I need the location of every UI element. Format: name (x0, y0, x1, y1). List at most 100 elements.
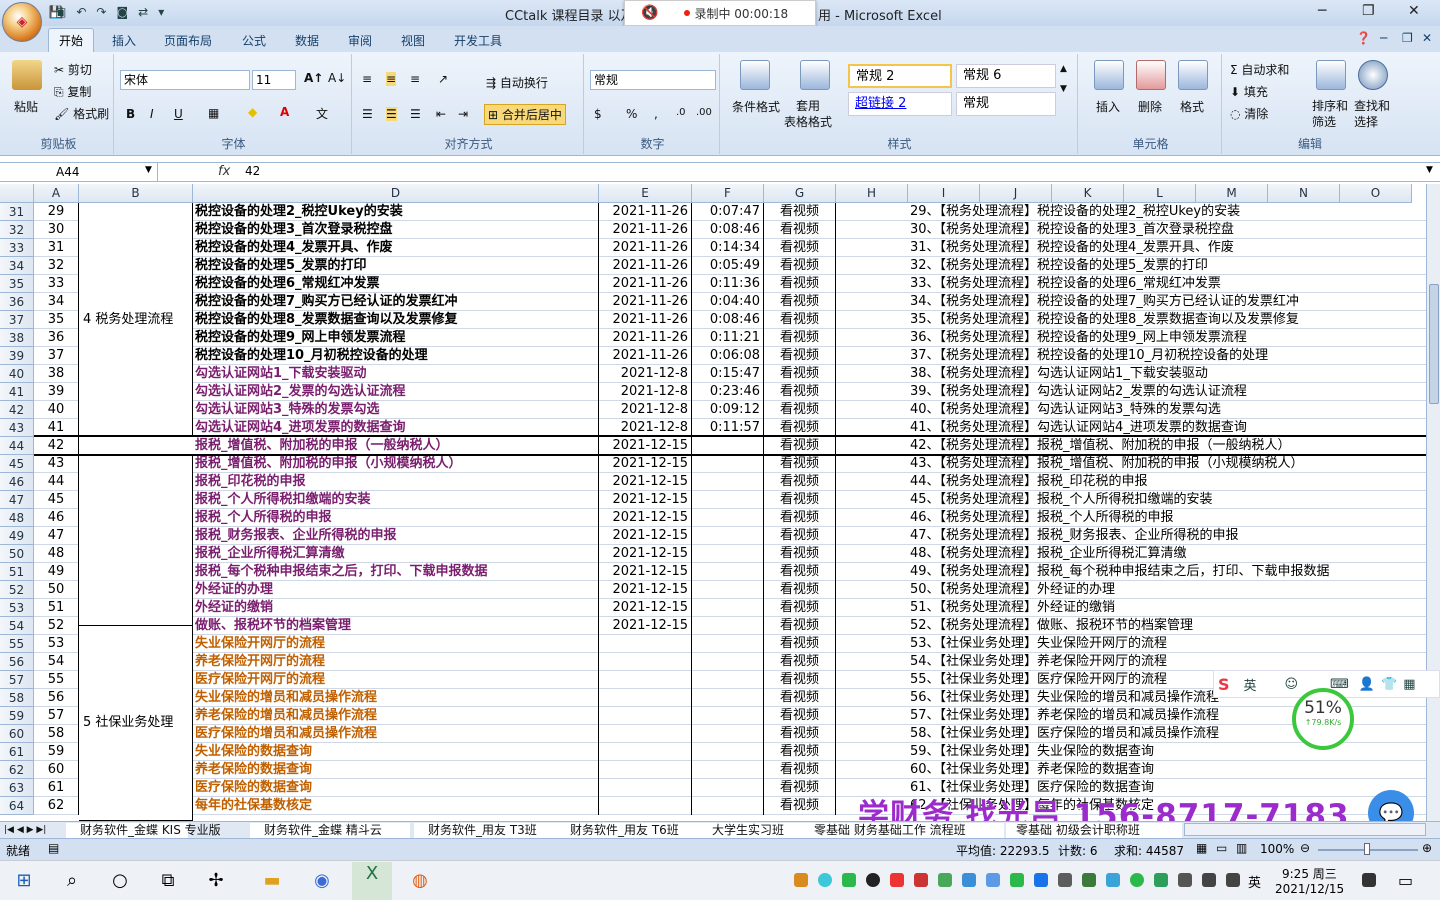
cell-full-title[interactable]: 48、【税务处理流程】报税_企业所得税汇算清缴 (908, 545, 1187, 563)
cell-full-title[interactable]: 38、【税务处理流程】勾选认证网站1_下载安装驱动 (908, 365, 1208, 383)
sheet-tab-jdy[interactable]: 财务软件_金蝶 精斗云 (250, 823, 410, 838)
row-header[interactable]: 34 (0, 257, 34, 275)
sheet-tab-cert[interactable]: 零基础 初级会计职称班 (1006, 823, 1182, 838)
cell-full-title[interactable]: 55、【社保业务处理】医疗保险开网厅的流程 (908, 671, 1167, 689)
row-header[interactable]: 42 (0, 401, 34, 419)
align-middle-icon[interactable]: ≡ (386, 72, 397, 86)
clear-button[interactable]: ◌ 清除 (1230, 105, 1268, 122)
cell-lesson-title[interactable]: 报税_财务报表、企业所得税的申报 (193, 527, 599, 545)
style-hyperlink-2[interactable]: 超链接 2 (848, 92, 952, 116)
cell-watch-link[interactable]: 看视频 (764, 527, 836, 545)
tray-app-icon[interactable] (962, 873, 976, 887)
percent-button[interactable]: % (626, 107, 637, 121)
style-normal-6[interactable]: 常规 6 (956, 64, 1056, 88)
cell-watch-link[interactable]: 看视频 (764, 797, 836, 815)
cell-lesson-title[interactable]: 每年的社保基数核定 (193, 797, 599, 815)
sogou-icon[interactable]: S (1218, 675, 1230, 694)
clock-date[interactable]: 2021/12/15 (1275, 882, 1344, 896)
cell-lesson-title[interactable]: 养老保险开网厅的流程 (193, 653, 599, 671)
formula-expand-icon[interactable]: ▼ (1426, 165, 1433, 175)
cell-lesson-title[interactable]: 税控设备的处理5_发票的打印 (193, 257, 599, 275)
tray-network-icon[interactable] (1202, 873, 1216, 887)
sheet-tab-intern[interactable]: 大学生实习班 (698, 823, 808, 838)
cell-empty[interactable] (836, 653, 908, 671)
cell-duration[interactable] (692, 671, 764, 689)
font-size-box[interactable]: 11 (252, 70, 296, 90)
cell-empty[interactable] (836, 347, 908, 365)
cell-a[interactable]: 51 (34, 599, 79, 617)
cell-empty[interactable] (836, 635, 908, 653)
cell-empty[interactable] (836, 689, 908, 707)
row-header[interactable]: 45 (0, 455, 34, 473)
redo-icon[interactable]: ↷ (96, 5, 106, 19)
emoji-icon[interactable]: ☺ (1285, 677, 1299, 692)
tray-app-icon[interactable] (986, 873, 1000, 887)
grid-icon[interactable]: ▦ (1403, 677, 1415, 692)
cell-empty[interactable] (836, 671, 908, 689)
cell-date[interactable]: 2021-12-15 (599, 491, 692, 509)
cell-a[interactable]: 34 (34, 293, 79, 311)
office-button[interactable]: ◈ (2, 2, 42, 42)
row-header[interactable]: 36 (0, 293, 34, 311)
tray-mic-icon[interactable] (1178, 873, 1192, 887)
cell-full-title[interactable]: 49、【税务处理流程】报税_每个税种申报结束之后，打印、下载申报数据 (908, 563, 1330, 581)
cell-watch-link[interactable]: 看视频 (764, 437, 836, 455)
cell-duration[interactable] (692, 689, 764, 707)
bold-button[interactable]: B (126, 107, 135, 121)
tab-scroll-icons[interactable]: |◀ ◀ ▶ ▶| (4, 823, 46, 838)
cell-watch-link[interactable]: 看视频 (764, 509, 836, 527)
cell-empty[interactable] (836, 509, 908, 527)
row-header[interactable]: 60 (0, 725, 34, 743)
cell-duration[interactable] (692, 743, 764, 761)
cell-watch-link[interactable]: 看视频 (764, 365, 836, 383)
row-header[interactable]: 49 (0, 527, 34, 545)
row-header[interactable]: 58 (0, 689, 34, 707)
fan-app-icon[interactable]: ✢ (204, 869, 228, 893)
tab-home[interactable]: 开始 (48, 28, 95, 52)
cell-a[interactable]: 38 (34, 365, 79, 383)
cell-a[interactable]: 37 (34, 347, 79, 365)
cell-watch-link[interactable]: 看视频 (764, 329, 836, 347)
cell-empty[interactable] (836, 761, 908, 779)
row-header[interactable]: 63 (0, 779, 34, 797)
cell-a[interactable]: 33 (34, 275, 79, 293)
cell-watch-link[interactable]: 看视频 (764, 635, 836, 653)
cell-watch-link[interactable]: 看视频 (764, 779, 836, 797)
cell-lesson-title[interactable]: 外经证的办理 (193, 581, 599, 599)
tab-insert[interactable]: 插入 (112, 32, 136, 49)
cell-full-title[interactable]: 44、【税务处理流程】报税_印花税的申报 (908, 473, 1148, 491)
cell-date[interactable] (599, 635, 692, 653)
sheet-tab-kis[interactable]: 财务软件_金蝶 KIS 专业版 (66, 823, 221, 838)
select-all-corner[interactable] (0, 184, 34, 203)
col-header-b[interactable]: B (79, 184, 193, 203)
cell-duration[interactable]: 0:23:46 (692, 383, 764, 401)
namebox-dropdown-icon[interactable]: ▼ (145, 165, 152, 175)
merged-cell-social[interactable]: 5 社保业务处理 (79, 626, 193, 821)
cell-date[interactable] (599, 761, 692, 779)
cell-watch-link[interactable]: 看视频 (764, 311, 836, 329)
tab-developer[interactable]: 开发工具 (454, 32, 502, 49)
ribbon-restore-icon[interactable]: ❐ (1402, 31, 1413, 45)
cell-watch-link[interactable]: 看视频 (764, 743, 836, 761)
save-icon[interactable]: ▣ (55, 5, 66, 19)
cell-date[interactable]: 2021-11-26 (599, 347, 692, 365)
cell-full-title[interactable]: 53、【社保业务处理】失业保险开网厅的流程 (908, 635, 1167, 653)
cell-watch-link[interactable]: 看视频 (764, 617, 836, 635)
cell-watch-link[interactable]: 看视频 (764, 545, 836, 563)
cell-a[interactable]: 49 (34, 563, 79, 581)
col-header-f[interactable]: F (692, 184, 764, 203)
cell-empty[interactable] (836, 293, 908, 311)
clock-time[interactable]: 9:25 周三 (1282, 865, 1337, 882)
grow-font-icon[interactable]: A↑ (304, 71, 323, 85)
row-header[interactable]: 46 (0, 473, 34, 491)
row-header[interactable]: 53 (0, 599, 34, 617)
style-normal[interactable]: 常规 (956, 92, 1056, 116)
delete-cells-button[interactable]: 删除 (1138, 98, 1162, 115)
row-header[interactable]: 47 (0, 491, 34, 509)
row-header[interactable]: 55 (0, 635, 34, 653)
ribbon-close-icon[interactable]: ✕ (1422, 31, 1432, 45)
cell-lesson-title[interactable]: 失业保险的增员和减员操作流程 (193, 689, 599, 707)
cell-watch-link[interactable]: 看视频 (764, 563, 836, 581)
find-select-icon[interactable] (1358, 60, 1388, 90)
undo-icon[interactable]: ↶ (76, 5, 86, 19)
